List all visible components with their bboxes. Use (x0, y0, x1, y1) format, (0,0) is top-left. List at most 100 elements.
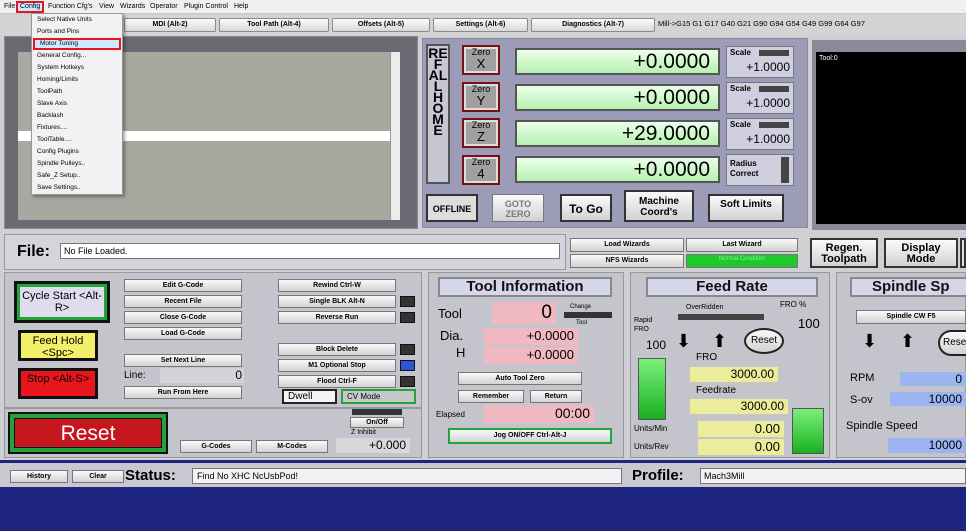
display-mode-button[interactable]: Display Mode (884, 238, 958, 268)
stop-button[interactable]: Stop <Alt-S> (18, 368, 98, 399)
z-inhibit-onoff-button[interactable]: On/Off (350, 417, 404, 428)
mcodes-button[interactable]: M-Codes (256, 440, 328, 453)
rpm-label: RPM (850, 372, 875, 384)
menu-item-spindle-pulleys[interactable]: Spindle Pulleys.. (32, 158, 122, 170)
feed-rate-slider[interactable] (638, 358, 666, 420)
menu-file[interactable]: File (2, 1, 17, 13)
reverse-run-button[interactable]: Reverse Run (278, 311, 396, 324)
to-go-button[interactable]: To Go (560, 194, 612, 222)
menu-item-tooltable[interactable]: ToolTable.... (32, 134, 122, 146)
remember-button[interactable]: Remember (458, 390, 524, 403)
fro-reset-button[interactable]: Reset (744, 328, 784, 354)
units-min-field: 0.00 (698, 421, 784, 437)
menu-item-select-native-units[interactable]: Select Native Units (32, 14, 122, 26)
close-gcode-button[interactable]: Close G-Code (124, 311, 242, 324)
extra-button-edge[interactable] (960, 238, 966, 268)
edit-gcode-button[interactable]: Edit G-Code (124, 279, 242, 292)
run-from-here-button[interactable]: Run From Here (124, 386, 242, 399)
spindle-cw-button[interactable]: Spindle CW F5 (856, 310, 966, 324)
sov-field: 10000 (890, 392, 966, 406)
tab-toolpath[interactable]: Tool Path (Alt-4) (219, 18, 329, 32)
spindle-down-icon[interactable]: ⬇ (862, 332, 877, 350)
fro-down-icon[interactable]: ⬇ (676, 332, 691, 350)
gcode-scrollbar[interactable] (390, 52, 400, 220)
menu-item-backlash[interactable]: Backlash (32, 110, 122, 122)
flood-button[interactable]: Flood Ctrl-F (278, 375, 396, 388)
menu-item-general-config[interactable]: General Config... (32, 50, 122, 62)
feedrate-field[interactable]: 3000.00 (690, 399, 788, 414)
return-button[interactable]: Return (530, 390, 582, 403)
menu-item-motor-tuning[interactable]: Motor Tuning (33, 38, 121, 50)
radius-correct: Radius Correct (726, 154, 794, 186)
spindle-reset-button[interactable]: Rese (938, 330, 966, 356)
load-gcode-button[interactable]: Load G-Code (124, 327, 242, 340)
zero-y-button[interactable]: Zero Y (462, 82, 500, 112)
menu-item-toolpath[interactable]: ToolPath (32, 86, 122, 98)
regen-toolpath-button[interactable]: Regen. Toolpath (810, 238, 878, 268)
machine-coords-button[interactable]: Machine Coord's (624, 190, 694, 222)
menu-item-ports-and-pins[interactable]: Ports and Pins (32, 26, 122, 38)
history-button[interactable]: History (10, 470, 68, 483)
soft-limits-button[interactable]: Soft Limits (708, 194, 784, 222)
clear-button[interactable]: Clear (72, 470, 124, 483)
set-next-line-button[interactable]: Set Next Line (124, 354, 242, 367)
menu-function-cfgs[interactable]: Function Cfg's (46, 1, 95, 13)
tool-number-field[interactable]: 0 (492, 302, 556, 324)
last-wizard-button[interactable]: Last Wizard (686, 238, 798, 252)
elapsed-label: Elapsed (436, 410, 465, 419)
zero-z-button[interactable]: Zero Z (462, 118, 500, 148)
menu-item-system-hotkeys[interactable]: System Hotkeys (32, 62, 122, 74)
menu-item-fixtures[interactable]: Fixtures.... (32, 122, 122, 134)
tab-settings[interactable]: Settings (Alt-6) (433, 18, 528, 32)
fro-up-icon[interactable]: ⬆ (712, 332, 727, 350)
menu-operator[interactable]: Operator (148, 1, 180, 13)
dro-x[interactable]: +0.0000 (515, 48, 720, 75)
dro-y[interactable]: +0.0000 (515, 84, 720, 111)
cycle-start-button[interactable]: Cycle Start <Alt-R> (14, 281, 110, 323)
rewind-button[interactable]: Rewind Ctrl-W (278, 279, 396, 292)
dro-4[interactable]: +0.0000 (515, 156, 720, 183)
toolpath-display[interactable]: Tool:0 (816, 52, 966, 224)
menu-item-config-plugins[interactable]: Config Plugins (32, 146, 122, 158)
line-field[interactable]: 0 (160, 368, 244, 383)
nfs-wizards-button[interactable]: NFS Wizards (570, 254, 684, 268)
block-delete-button[interactable]: Block Delete (278, 343, 396, 356)
offline-button[interactable]: OFFLINE (426, 194, 478, 222)
m1-optional-stop-button[interactable]: M1 Optional Stop (278, 359, 396, 372)
menu-help[interactable]: Help (232, 1, 250, 13)
zero-x-button[interactable]: Zero X (462, 45, 500, 75)
spindle-speed-field[interactable]: 10000 (888, 438, 966, 453)
recent-file-button[interactable]: Recent File (124, 295, 242, 308)
menu-item-homing-limits[interactable]: Homing/Limits (32, 74, 122, 86)
spindle-up-icon[interactable]: ⬆ (900, 332, 915, 350)
menu-item-save-settings[interactable]: Save Settings.. (32, 182, 122, 194)
auto-tool-zero-button[interactable]: Auto Tool Zero (458, 372, 582, 385)
menu-wizards[interactable]: Wizards (118, 1, 147, 13)
gcodes-button[interactable]: G-Codes (180, 440, 252, 453)
zero-4-button[interactable]: Zero 4 (462, 155, 500, 185)
z-inhibit-field[interactable]: +0.000 (336, 438, 410, 453)
menu-view[interactable]: View (97, 1, 116, 13)
h-field[interactable]: +0.0000 (484, 347, 578, 364)
ref-all-home-button[interactable]: REF ALL HOME (426, 44, 450, 184)
active-gcodes: Mill->G15 G1 G17 G40 G21 G90 G94 G54 G49… (658, 19, 865, 28)
tab-diagnostics[interactable]: Diagnostics (Alt-7) (531, 18, 655, 32)
dro-z[interactable]: +29.0000 (515, 120, 720, 147)
menu-plugin-control[interactable]: Plugin Control (182, 1, 230, 13)
jog-onoff-button[interactable]: Jog ON/OFF Ctrl-Alt-J (448, 428, 612, 444)
tab-offsets[interactable]: Offsets (Alt-5) (332, 18, 430, 32)
tab-mdi[interactable]: MDI (Alt-2) (124, 18, 216, 32)
single-block-button[interactable]: Single BLK Alt-N (278, 295, 396, 308)
fro-field[interactable]: 3000.00 (690, 367, 778, 382)
single-block-led (400, 296, 415, 307)
load-wizards-button[interactable]: Load Wizards (570, 238, 684, 252)
menu-item-safe-z-setup[interactable]: Safe_Z Setup.. (32, 170, 122, 182)
menu-item-slave-axis[interactable]: Slave Axis (32, 98, 122, 110)
menu-config[interactable]: Config (16, 1, 45, 13)
reset-button[interactable]: Reset (14, 418, 162, 448)
feed-hold-button[interactable]: Feed Hold <Spc> (18, 330, 98, 361)
goto-zero-button[interactable]: GOTO ZERO (492, 194, 544, 222)
reset-button-frame[interactable]: Reset (8, 412, 168, 454)
dia-field[interactable]: +0.0000 (484, 328, 578, 345)
config-dropdown-menu: Select Native Units Ports and Pins Motor… (31, 13, 123, 195)
